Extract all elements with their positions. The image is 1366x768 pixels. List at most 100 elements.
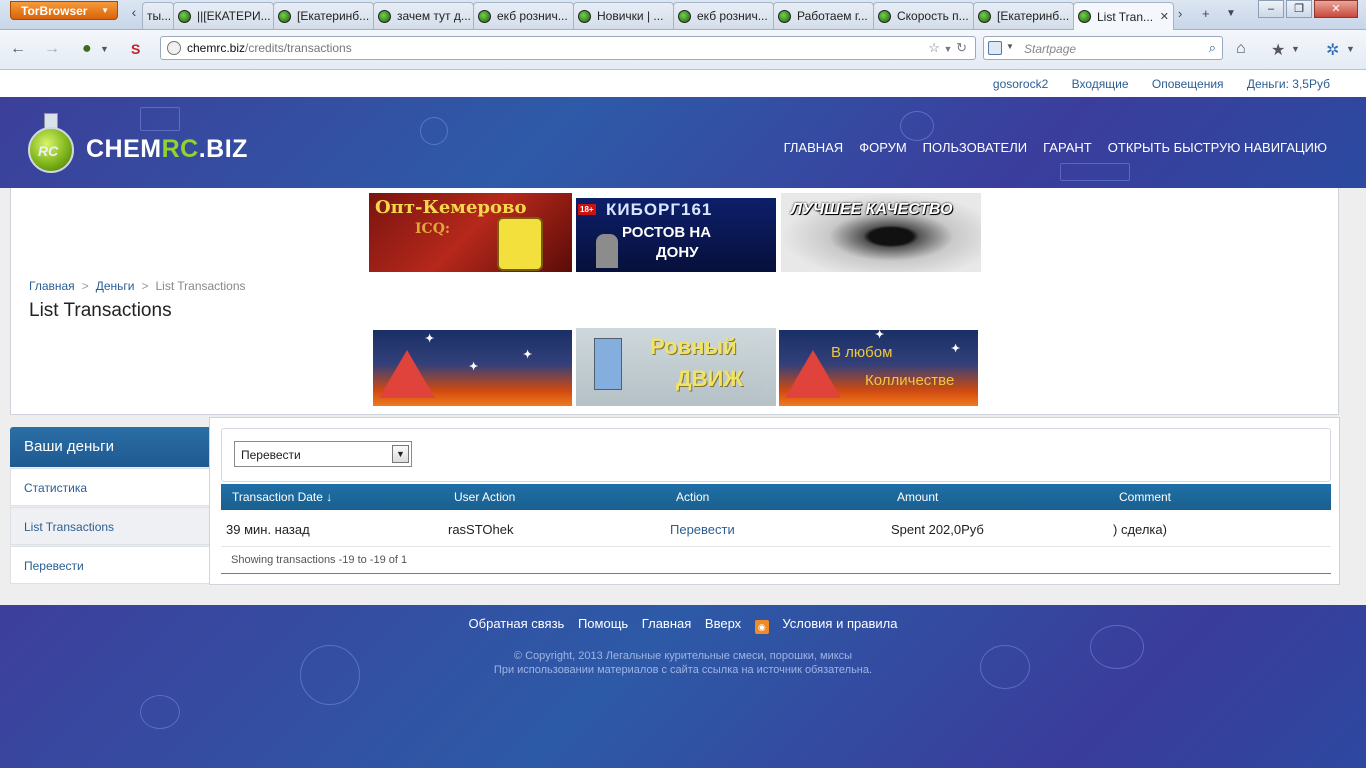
alerts-link[interactable]: Оповещения <box>1152 77 1224 91</box>
tab-title: [Екатеринб... <box>997 9 1070 23</box>
site-logo[interactable]: CHEMRC.BIZ <box>86 135 248 164</box>
breadcrumb-home[interactable]: Главная <box>29 279 75 293</box>
nav-users[interactable]: ПОЛЬЗОВАТЕЛИ <box>923 140 1027 155</box>
home-icon[interactable]: ⌂ <box>1236 40 1246 58</box>
window-controls: – ❐ ✕ <box>1256 0 1358 18</box>
history-dropdown-icon[interactable]: ▼ <box>944 44 953 54</box>
onion-icon[interactable]: ● <box>82 40 92 58</box>
browser-tab[interactable]: Новички | ... <box>573 2 674 29</box>
sparkle-icon: ✦ <box>951 343 961 355</box>
browser-nav-bar: ← → ● ▼ S chemrc.biz/credits/transaction… <box>0 30 1366 70</box>
footer-links: Обратная связь Помощь Главная Вверх ◉ Ус… <box>0 616 1366 634</box>
banner-rovny-dvizh[interactable]: Ровный ДВИЖ <box>576 328 776 406</box>
footer-link-terms[interactable]: Условия и правила <box>782 616 897 631</box>
tab-title: Скорость п... <box>897 9 969 23</box>
site-favicon-icon <box>1078 10 1091 23</box>
search-icon[interactable]: ⌕ <box>1209 40 1216 56</box>
search-engine-icon[interactable] <box>988 41 1002 55</box>
sidebar-item-list-transactions[interactable]: List Transactions <box>10 507 210 545</box>
addon-chevron-icon[interactable]: ▼ <box>1346 44 1355 54</box>
cell-amount: Spent 202,0Руб <box>891 522 984 537</box>
browser-tab[interactable]: [Екатеринб... <box>973 2 1074 29</box>
noscript-icon[interactable]: S <box>131 41 140 57</box>
banner-text: ICQ: <box>415 221 451 237</box>
page-title: List Transactions <box>29 300 172 321</box>
age-badge: 18+ <box>578 204 596 215</box>
nav-forum[interactable]: ФОРУМ <box>859 140 906 155</box>
browser-tab[interactable]: Работаем г... <box>773 2 874 29</box>
sidebar-item-statistics[interactable]: Статистика <box>10 468 210 506</box>
column-amount: Amount <box>897 490 939 504</box>
reload-icon[interactable]: ↻ <box>956 40 967 55</box>
browser-tab[interactable]: екб рознич... <box>473 2 574 29</box>
browser-tab[interactable]: зачем тут д... <box>373 2 474 29</box>
browser-tab-active[interactable]: List Tran... ✕ <box>1073 2 1174 30</box>
nav-quick-navigation[interactable]: ОТКРЫТЬ БЫСТРУЮ НАВИГАЦИЮ <box>1108 140 1327 155</box>
browser-tab[interactable]: ||[ЕКАТЕРИ... <box>173 2 274 29</box>
money-link[interactable]: Деньги: 3,5Руб <box>1247 77 1330 91</box>
breadcrumb-separator: > <box>81 279 89 293</box>
towel-character-image <box>594 338 622 390</box>
close-tab-icon[interactable]: ✕ <box>1160 10 1169 23</box>
chevron-down-icon[interactable]: ▼ <box>392 445 409 463</box>
username-link[interactable]: gosorock2 <box>993 77 1048 91</box>
bookmarks-chevron-icon[interactable]: ▼ <box>1291 44 1300 54</box>
footer-link-feedback[interactable]: Обратная связь <box>469 616 565 631</box>
back-arrow-icon[interactable]: ← <box>10 40 26 58</box>
banner-crystal-left[interactable]: ✦ ✦ ✦ <box>373 330 572 406</box>
url-bar[interactable]: chemrc.biz/credits/transactions ☆ ▼ ↻ <box>160 36 976 60</box>
main-nav: ГЛАВНАЯ ФОРУМ ПОЛЬЗОВАТЕЛИ ГАРАНТ ОТКРЫТ… <box>768 140 1327 155</box>
close-window-icon[interactable]: ✕ <box>1314 0 1358 18</box>
tabs-scroll-right-icon[interactable]: › <box>1178 6 1182 21</box>
breadcrumb-money[interactable]: Деньги <box>96 279 135 293</box>
nav-guarantor[interactable]: ГАРАНТ <box>1043 140 1092 155</box>
addon-icon[interactable]: ✲ <box>1326 40 1339 60</box>
minimize-icon[interactable]: – <box>1258 0 1284 18</box>
browser-tab[interactable]: [Екатеринб... <box>273 2 374 29</box>
banner-crystal-right[interactable]: В любом Колличестве ✦ ✦ <box>779 330 978 406</box>
rss-icon[interactable]: ◉ <box>754 620 769 634</box>
cell-action-link[interactable]: Перевести <box>670 522 735 537</box>
footer-link-top[interactable]: Вверх <box>705 616 741 631</box>
inbox-link[interactable]: Входящие <box>1072 77 1129 91</box>
url-bar-actions: ☆ ▼ ↻ <box>928 40 967 56</box>
user-bar: gosorock2 Входящие Оповещения Деньги: 3,… <box>0 70 1366 97</box>
browser-tab[interactable]: ты... <box>142 2 174 29</box>
footer-link-help[interactable]: Помощь <box>578 616 628 631</box>
sparkle-icon: ✦ <box>425 333 435 345</box>
logo-flask-icon[interactable]: RC <box>28 113 76 173</box>
tab-list-icon[interactable]: ▼ <box>1226 8 1236 19</box>
new-tab-icon[interactable]: + <box>1202 6 1210 21</box>
banner-kiborg161[interactable]: 18+ КИБОРГ161 РОСТОВ НА ДОНУ <box>576 198 776 272</box>
site-header: RC CHEMRC.BIZ ГЛАВНАЯ ФОРУМ ПОЛЬЗОВАТЕЛИ… <box>0 97 1366 188</box>
banner-opt-kemerovo[interactable]: Опт-Кемерово ICQ: <box>369 193 572 272</box>
column-transaction-date[interactable]: Transaction Date ↓ <box>232 490 332 504</box>
site-favicon-icon <box>878 9 891 23</box>
search-engine-chevron-icon[interactable]: ▼ <box>1006 42 1014 51</box>
site-favicon-icon <box>178 9 191 23</box>
site-favicon-icon <box>578 9 591 23</box>
search-bar[interactable]: ▼ Startpage ⌕ <box>983 36 1223 60</box>
browser-tab[interactable]: екб рознич... <box>673 2 774 29</box>
footer-link-home[interactable]: Главная <box>642 616 691 631</box>
onion-menu-chevron-icon[interactable]: ▼ <box>100 44 109 54</box>
tab-title: ||[ЕКАТЕРИ... <box>197 9 271 23</box>
nav-home[interactable]: ГЛАВНАЯ <box>784 140 844 155</box>
crystal-image <box>379 350 435 398</box>
banner-text: Ровный <box>650 334 737 359</box>
action-filter-select[interactable]: Перевести ▼ <box>234 441 412 467</box>
banner-best-quality[interactable]: ЛУЧШЕЕ КАЧЕСТВО <box>781 193 981 272</box>
torbrowser-menu-button[interactable]: TorBrowser ▼ <box>10 1 118 20</box>
tab-title: ты... <box>147 9 172 23</box>
tab-strip: ты... ||[ЕКАТЕРИ... [Екатеринб... зачем … <box>142 2 1174 30</box>
site-identity-icon[interactable] <box>167 41 181 55</box>
tabs-scroll-left-icon[interactable]: ‹ <box>126 4 142 24</box>
site-favicon-icon <box>478 9 491 23</box>
forward-arrow-icon[interactable]: → <box>44 40 60 58</box>
sidebar-item-transfer[interactable]: Перевести <box>10 546 210 584</box>
tab-title: [Екатеринб... <box>297 9 370 23</box>
browser-tab[interactable]: Скорость п... <box>873 2 974 29</box>
maximize-icon[interactable]: ❐ <box>1286 0 1312 18</box>
bookmark-star-icon[interactable]: ☆ <box>928 40 940 55</box>
bookmarks-icon[interactable]: ★ <box>1271 40 1285 60</box>
